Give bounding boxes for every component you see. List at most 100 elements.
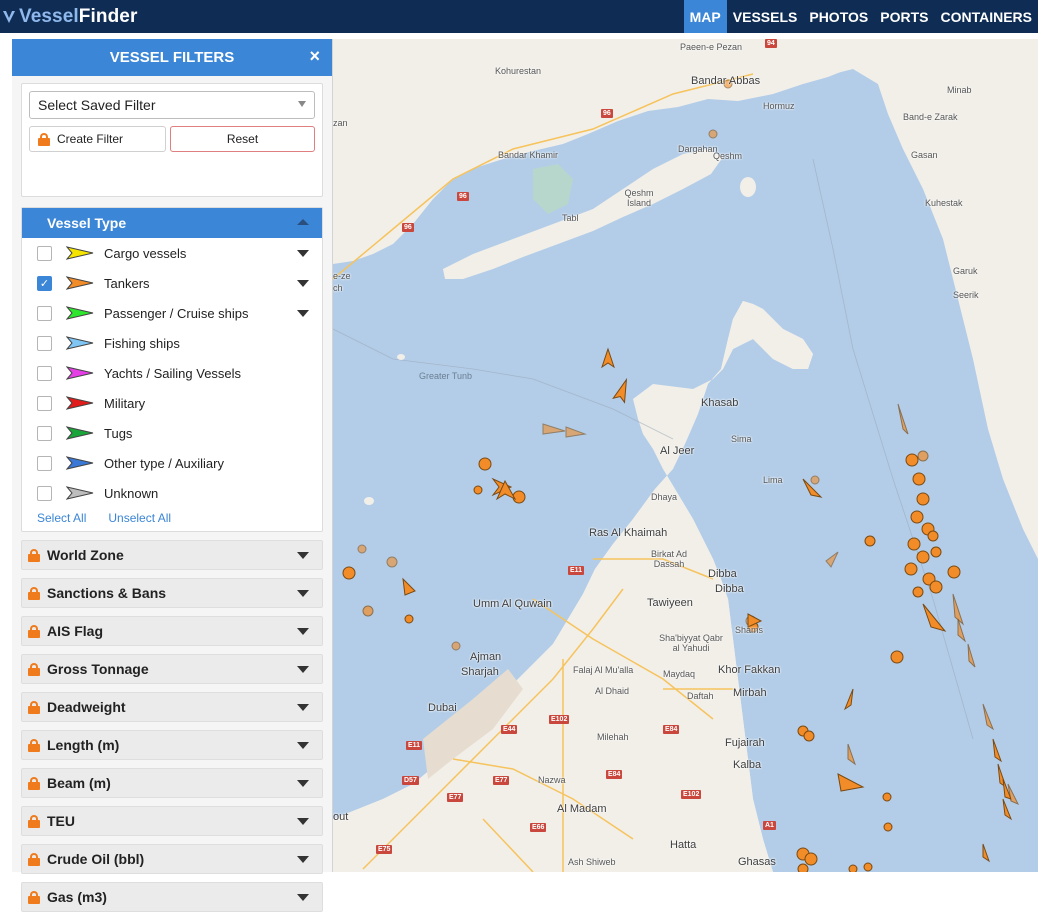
- vessel-dot: [473, 485, 483, 495]
- vessel-dot: [905, 453, 919, 467]
- saved-filter-value: Select Saved Filter: [38, 97, 156, 113]
- road-shield: E11: [406, 741, 423, 750]
- vessel-dot: [930, 546, 942, 558]
- map-label: Ajman: [470, 651, 502, 663]
- vesselfinder-logo[interactable]: VesselFinder: [0, 0, 137, 33]
- chevron-down-icon: [297, 818, 309, 825]
- vessel-type-row[interactable]: Unknown: [22, 478, 322, 508]
- vessel-type-row[interactable]: Cargo vessels: [22, 238, 322, 268]
- main-nav: MAP VESSELS PHOTOS PORTS CONTAINERS: [683, 0, 1038, 33]
- vessel-dot: [804, 852, 818, 866]
- nav-photos[interactable]: PHOTOS: [803, 0, 874, 33]
- map-label: Gasan: [911, 150, 938, 160]
- vessel-type-header[interactable]: Vessel Type: [22, 208, 322, 238]
- filter-accordion-crude-oil-bbl[interactable]: Crude Oil (bbl): [21, 844, 323, 874]
- vessel-type-checkbox[interactable]: [37, 305, 52, 321]
- accordion-title: Deadweight: [47, 699, 126, 715]
- map-label: Tawiyeen: [647, 597, 693, 609]
- island: [364, 497, 374, 505]
- road-shield: 96: [601, 109, 613, 118]
- chevron-down-icon[interactable]: [297, 250, 309, 257]
- vessel-type-checkbox[interactable]: [37, 395, 52, 411]
- map-label: Ash Shiweb: [568, 857, 616, 867]
- road-shield: E75: [376, 845, 393, 854]
- vessel-dot: [947, 565, 961, 579]
- lock-icon: [28, 814, 40, 828]
- vessel-type-checkbox[interactable]: [37, 335, 52, 351]
- chevron-down-icon[interactable]: [297, 310, 309, 317]
- map-label: Greater Tunb: [419, 371, 473, 381]
- vessel-type-row[interactable]: Other type / Auxiliary: [22, 448, 322, 478]
- close-icon[interactable]: ×: [309, 46, 320, 67]
- vessel-type-checkbox[interactable]: ✓: [37, 275, 52, 291]
- filter-accordion-sanctions-bans[interactable]: Sanctions & Bans: [21, 578, 323, 608]
- vessel-type-row[interactable]: Military: [22, 388, 322, 418]
- saved-filter-select[interactable]: Select Saved Filter: [29, 91, 315, 119]
- accordion-title: Sanctions & Bans: [47, 585, 167, 601]
- panel-title: VESSEL FILTERS: [109, 49, 235, 66]
- vessel-dot: [342, 566, 356, 580]
- vessel-type-label: Other type / Auxiliary: [104, 455, 224, 471]
- filter-accordion-ais-flag[interactable]: AIS Flag: [21, 616, 323, 646]
- map-label: Kohurestan: [495, 66, 542, 76]
- road-shield: E84: [663, 725, 680, 734]
- vessel-type-row[interactable]: Passenger / Cruise ships: [22, 298, 322, 328]
- map-label: zan: [333, 118, 348, 128]
- nav-ports[interactable]: PORTS: [874, 0, 934, 33]
- map-label: Maydaq: [663, 669, 696, 679]
- filter-accordion-world-zone[interactable]: World Zone: [21, 540, 323, 570]
- filter-accordion-gross-tonnage[interactable]: Gross Tonnage: [21, 654, 323, 684]
- map-label: Garuk: [953, 266, 978, 276]
- road-shield: E102: [681, 790, 702, 799]
- lock-icon: [38, 132, 50, 146]
- island: [790, 346, 806, 358]
- vessel-type-label: Passenger / Cruise ships: [104, 305, 249, 321]
- vessel-dot: [883, 822, 893, 832]
- map-label: Sharjah: [461, 666, 499, 678]
- filter-accordion-beam-m[interactable]: Beam (m): [21, 768, 323, 798]
- vessel-type-row[interactable]: Fishing ships: [22, 328, 322, 358]
- chevron-down-icon: [297, 856, 309, 863]
- chevron-down-icon: [297, 894, 309, 901]
- map-label: Khor Fakkan: [718, 664, 781, 676]
- vessel-type-row[interactable]: Yachts / Sailing Vessels: [22, 358, 322, 388]
- map-label: Ras Al Khaimah: [589, 527, 668, 539]
- saved-filter-card: Select Saved Filter Create Filter Reset: [21, 83, 323, 197]
- ship-type-icon: [66, 486, 94, 500]
- chevron-down-icon[interactable]: [297, 280, 309, 287]
- select-all-link[interactable]: Select All: [37, 511, 86, 525]
- chevron-down-icon: [297, 628, 309, 635]
- nav-vessels[interactable]: VESSELS: [727, 0, 804, 33]
- vessel-dot: [357, 544, 367, 554]
- vessel-type-checkbox[interactable]: [37, 485, 52, 501]
- unselect-all-link[interactable]: Unselect All: [108, 511, 171, 525]
- vessel-type-label: Tankers: [104, 275, 150, 291]
- vessel-type-checkbox[interactable]: [37, 455, 52, 471]
- filter-accordion-length-m[interactable]: Length (m): [21, 730, 323, 760]
- nav-map[interactable]: MAP: [683, 0, 727, 33]
- lock-icon: [28, 586, 40, 600]
- map-label: Hatta: [670, 839, 697, 851]
- lock-icon: [28, 852, 40, 866]
- accordion-title: Gross Tonnage: [47, 661, 149, 677]
- vessel-type-checkbox[interactable]: [37, 425, 52, 441]
- reset-button[interactable]: Reset: [170, 126, 315, 152]
- map-label: Fujairah: [725, 737, 765, 749]
- vessel-type-checkbox[interactable]: [37, 365, 52, 381]
- brand-name: VesselFinder: [19, 5, 138, 27]
- vessel-type-row[interactable]: Tugs: [22, 418, 322, 448]
- filter-accordion-deadweight[interactable]: Deadweight: [21, 692, 323, 722]
- nav-containers[interactable]: CONTAINERS: [934, 0, 1038, 33]
- vessel-type-row[interactable]: ✓ Tankers: [22, 268, 322, 298]
- vessel-dot: [848, 864, 858, 872]
- map-label: Khasab: [701, 397, 739, 409]
- filter-accordion-gas-m3[interactable]: Gas (m3): [21, 882, 323, 912]
- filter-accordion-teu[interactable]: TEU: [21, 806, 323, 836]
- vessel-type-checkbox[interactable]: [37, 245, 52, 261]
- map-canvas[interactable]: Paeen-e Pezan Kohurestan Bandar Abbas Ho…: [333, 39, 1038, 872]
- ship-type-icon: [66, 276, 94, 290]
- vessel-dot: [917, 450, 929, 462]
- vessel-dot: [912, 472, 926, 486]
- lock-icon: [28, 890, 40, 904]
- create-filter-button[interactable]: Create Filter: [29, 126, 166, 152]
